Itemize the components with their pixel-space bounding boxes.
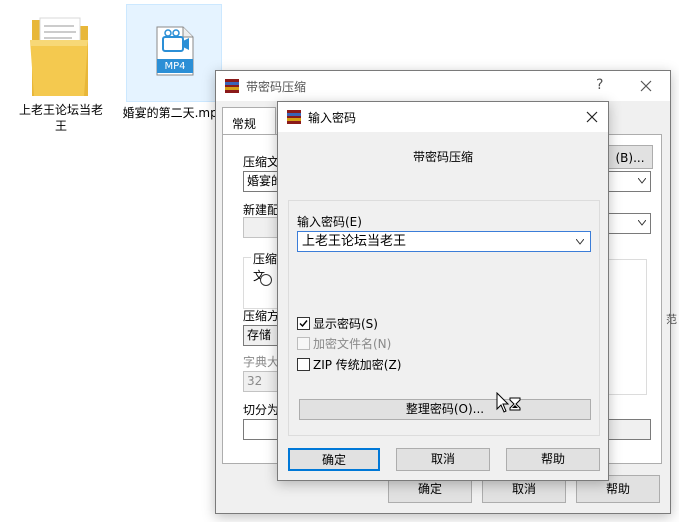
archive-path-dropdown-edge[interactable] [607,171,651,192]
archive-dialog-title: 带密码压缩 [246,80,307,94]
checkmark-icon [299,320,308,328]
folder-label: 上老王论坛当老王 [18,103,103,133]
password-ok-button[interactable]: 确定 [288,448,380,471]
options-box [607,259,647,395]
archive-dialog-titlebar[interactable]: 带密码压缩 ? [216,71,670,101]
password-dialog-heading: 带密码压缩 [412,150,473,164]
show-password-label[interactable]: 显示密码(S) [313,315,378,332]
label-enter-password: 输入密码(E) [297,215,362,229]
winrar-icon [287,110,301,124]
organize-passwords-button[interactable]: 整理密码(O)... [299,399,591,420]
label-update-mode: 新建配 [243,203,280,217]
zip-legacy-checkbox[interactable] [297,358,310,371]
side-fragment: 范 [666,313,677,326]
mp4-badge: MP4 [164,61,186,72]
winrar-icon [225,79,239,93]
password-help-button[interactable]: 帮助 [506,448,600,471]
format-radio[interactable] [260,274,272,286]
update-mode-dropdown-edge[interactable] [607,213,651,234]
chevron-down-icon [638,178,646,184]
folder-icon [30,17,88,96]
password-dialog-title: 输入密码 [308,111,357,125]
desktop-folder[interactable]: 上老王论坛当老王 [8,4,114,134]
close-icon[interactable] [640,80,652,92]
password-input[interactable]: 上老王论坛当老王 [297,231,591,252]
password-dialog: 输入密码 带密码压缩 输入密码(E) 上老王论坛当老王 显示密码(S) 加密文件… [277,101,609,481]
label-dictionary-size: 字典大 [243,355,280,369]
tab-general-label: 常规 [232,117,257,131]
right-field-edge[interactable] [607,419,651,440]
label-split-volumes: 切分为 [243,403,280,417]
encrypt-filenames-checkbox[interactable] [297,337,310,350]
busy-cursor-icon [496,392,521,413]
label-compression-method: 压缩方 [243,309,280,323]
show-password-checkbox[interactable] [297,317,310,330]
mp4-label: 婚宴的第二天.mp4 [122,106,226,120]
encrypt-filenames-label[interactable]: 加密文件名(N) [313,335,391,352]
label-archive-name: 压缩文 [243,155,280,169]
chevron-down-icon [576,239,584,245]
password-cancel-button[interactable]: 取消 [396,448,490,471]
zip-legacy-label[interactable]: ZIP 传统加密(Z) [313,356,401,373]
tab-general[interactable]: 常规 [222,107,276,135]
password-dialog-titlebar[interactable]: 输入密码 [278,102,608,132]
help-icon[interactable]: ? [596,77,603,93]
desktop-mp4-file[interactable]: MP4 婚宴的第二天.mp4 [123,4,225,120]
browse-button[interactable]: (B)... [607,145,653,169]
chevron-down-icon [638,220,646,226]
close-icon[interactable] [586,111,598,123]
password-group: 输入密码(E) 上老王论坛当老王 显示密码(S) 加密文件名(N) ZIP 传统… [288,200,600,436]
